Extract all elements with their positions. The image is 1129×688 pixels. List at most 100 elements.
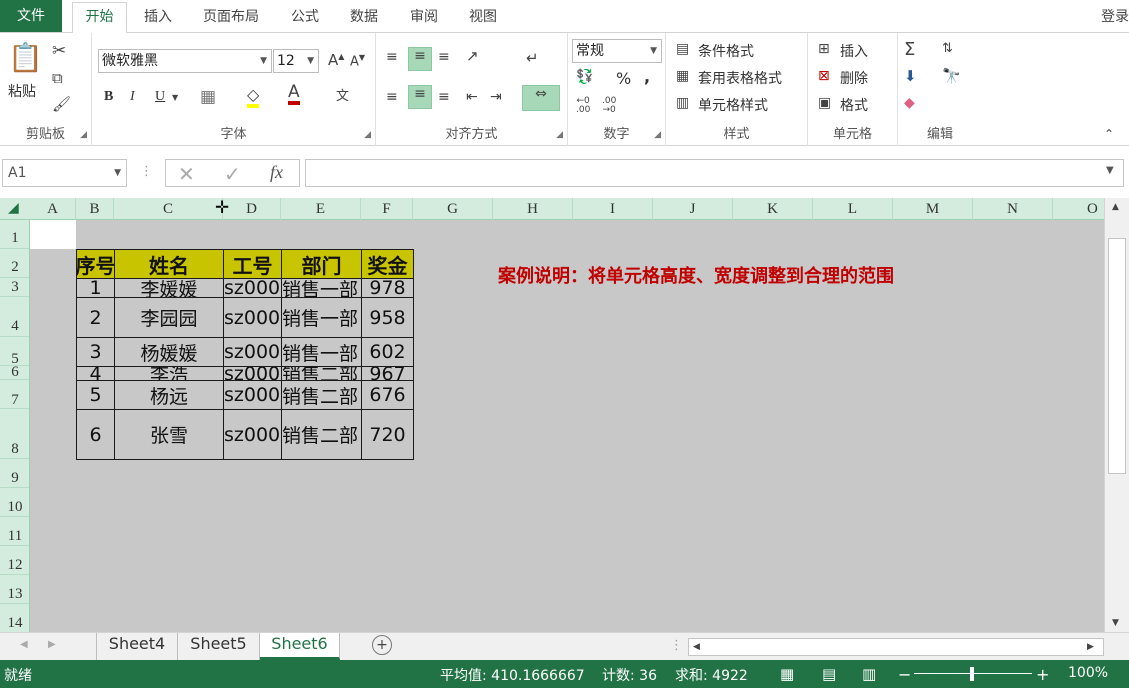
enter-icon[interactable]: ✓ xyxy=(224,162,241,186)
header-cell-seq[interactable]: 序号 xyxy=(76,249,115,279)
shrink-font-icon[interactable]: A▼ xyxy=(350,53,365,69)
decrease-decimal-icon[interactable]: .00 →0 xyxy=(602,97,616,115)
expand-formula-icon[interactable]: ▼ xyxy=(1106,165,1114,176)
table-cell[interactable]: sz0004 xyxy=(223,366,282,381)
align-top-icon[interactable]: ≡ xyxy=(386,49,398,65)
tab-insert[interactable]: 插入 xyxy=(144,6,172,26)
increase-decimal-icon[interactable]: ←0.00 xyxy=(576,97,590,115)
zoom-in-icon[interactable]: + xyxy=(1036,665,1049,684)
horizontal-scrollbar[interactable]: ◀ ▶ xyxy=(688,638,1104,656)
cut-icon[interactable]: ✂ xyxy=(52,41,66,61)
next-sheet-icon[interactable]: ▶ xyxy=(48,639,56,650)
sheet-tab-sheet5[interactable]: Sheet5 xyxy=(178,633,260,660)
table-cell[interactable]: 杨媛媛 xyxy=(114,337,224,367)
header-cell-bonus[interactable]: 奖金 xyxy=(361,249,414,279)
find-select-icon[interactable]: 🔭 xyxy=(942,67,961,85)
scroll-right-icon[interactable]: ▶ xyxy=(1087,642,1094,652)
row-header-13[interactable]: 13 xyxy=(0,575,29,604)
percent-button[interactable]: % xyxy=(616,69,631,88)
select-all-icon[interactable]: ◢ xyxy=(8,200,19,216)
currency-icon[interactable]: 💱 xyxy=(576,69,593,85)
sheet-tab-sheet4[interactable]: Sheet4 xyxy=(96,633,178,660)
header-cell-name[interactable]: 姓名 xyxy=(114,249,224,279)
row-header-14[interactable]: 14 xyxy=(0,604,29,632)
insert-cells-button[interactable]: 插入 xyxy=(840,41,868,61)
column-header-G[interactable]: G xyxy=(413,198,493,220)
font-name-select[interactable]: 微软雅黑 ▼ xyxy=(98,49,272,73)
conditional-format-button[interactable]: 条件格式 xyxy=(698,41,754,61)
table-cell[interactable]: sz0003 xyxy=(223,337,282,367)
table-cell[interactable]: 李浩 xyxy=(114,366,224,381)
login-link[interactable]: 登录 xyxy=(1101,6,1129,26)
table-cell[interactable]: 李园园 xyxy=(114,297,224,338)
cancel-icon[interactable]: ✕ xyxy=(178,162,195,186)
table-cell[interactable]: 杨远 xyxy=(114,380,224,410)
column-header-C[interactable]: C xyxy=(114,198,223,220)
zoom-out-icon[interactable]: − xyxy=(898,665,911,684)
zoom-level[interactable]: 100% xyxy=(1068,665,1108,681)
font-size-select[interactable]: 12 ▼ xyxy=(273,49,319,73)
borders-icon[interactable]: ▦ xyxy=(200,87,216,107)
tab-page-layout[interactable]: 页面布局 xyxy=(203,6,259,26)
align-center-icon[interactable]: ≡ xyxy=(408,85,432,109)
table-cell[interactable]: sz0001 xyxy=(223,278,282,298)
active-cell-A1[interactable] xyxy=(30,220,76,249)
align-left-icon[interactable]: ≡ xyxy=(386,89,398,105)
table-cell[interactable]: 958 xyxy=(361,297,414,338)
align-right-icon[interactable]: ≡ xyxy=(438,89,450,105)
column-header-L[interactable]: L xyxy=(813,198,893,220)
phonetic-icon[interactable]: 文 xyxy=(336,85,349,104)
table-cell[interactable]: sz0005 xyxy=(223,380,282,410)
row-header-1[interactable]: 1 xyxy=(0,220,29,249)
row-header-8[interactable]: 8 xyxy=(0,409,29,459)
grow-font-icon[interactable]: A▲ xyxy=(328,51,344,69)
format-as-table-button[interactable]: 套用表格格式 xyxy=(698,68,782,88)
column-header-H[interactable]: H xyxy=(493,198,573,220)
scroll-up-icon[interactable]: ▲ xyxy=(1112,202,1119,212)
cell-styles-button[interactable]: 单元格样式 xyxy=(698,95,768,115)
table-cell[interactable]: 967 xyxy=(361,366,414,381)
comma-button[interactable]: , xyxy=(644,67,650,86)
sort-filter-icon[interactable]: ⇅ xyxy=(942,41,953,56)
align-middle-icon[interactable]: ≡ xyxy=(408,47,432,71)
worksheet[interactable]: 序号 姓名 工号 部门 奖金 1 李媛媛 sz0001 销售一部 978 2 李… xyxy=(30,220,1104,632)
table-cell[interactable]: 销售二部 xyxy=(281,366,362,381)
table-cell[interactable]: 李媛媛 xyxy=(114,278,224,298)
column-header-E[interactable]: E xyxy=(281,198,361,220)
column-header-M[interactable]: M xyxy=(893,198,973,220)
column-header-N[interactable]: N xyxy=(973,198,1053,220)
zoom-slider-thumb[interactable] xyxy=(970,667,974,681)
table-cell[interactable]: 销售一部 xyxy=(281,278,362,298)
formula-input[interactable] xyxy=(305,159,1124,187)
scroll-down-icon[interactable]: ▼ xyxy=(1112,618,1119,628)
table-cell[interactable]: 6 xyxy=(76,409,115,460)
align-bottom-icon[interactable]: ≡ xyxy=(438,49,450,65)
row-header-2[interactable]: 2 xyxy=(0,249,29,278)
copy-icon[interactable]: ⧉ xyxy=(52,69,63,87)
format-cells-button[interactable]: 格式 xyxy=(840,95,868,115)
table-cell[interactable]: 1 xyxy=(76,278,115,298)
tab-view[interactable]: 视图 xyxy=(469,6,497,26)
column-header-B[interactable]: B xyxy=(76,198,114,220)
number-format-select[interactable]: 常规 ▼ xyxy=(572,39,662,63)
table-cell[interactable]: sz0006 xyxy=(223,409,282,460)
clear-icon[interactable]: ◆ xyxy=(904,95,915,111)
underline-button[interactable]: U xyxy=(155,89,165,105)
column-header-I[interactable]: I xyxy=(573,198,653,220)
page-layout-view-icon[interactable]: ▤ xyxy=(822,665,836,683)
orientation-icon[interactable]: ↗ xyxy=(466,47,479,65)
table-cell[interactable]: 720 xyxy=(361,409,414,460)
tab-review[interactable]: 审阅 xyxy=(410,6,438,26)
table-cell[interactable]: 4 xyxy=(76,366,115,381)
table-cell[interactable]: 676 xyxy=(361,380,414,410)
clipboard-launcher-icon[interactable]: ◢ xyxy=(80,130,87,140)
add-sheet-icon[interactable]: + xyxy=(372,635,392,655)
tab-data[interactable]: 数据 xyxy=(350,6,378,26)
row-header-4[interactable]: 4 xyxy=(0,297,29,337)
table-cell[interactable]: 978 xyxy=(361,278,414,298)
table-cell[interactable]: 张雪 xyxy=(114,409,224,460)
row-header-12[interactable]: 12 xyxy=(0,546,29,575)
paste-icon[interactable]: 📋 xyxy=(8,41,43,77)
fill-icon[interactable]: ⬇ xyxy=(904,67,917,85)
name-box[interactable]: A1 ▼ xyxy=(2,159,127,187)
